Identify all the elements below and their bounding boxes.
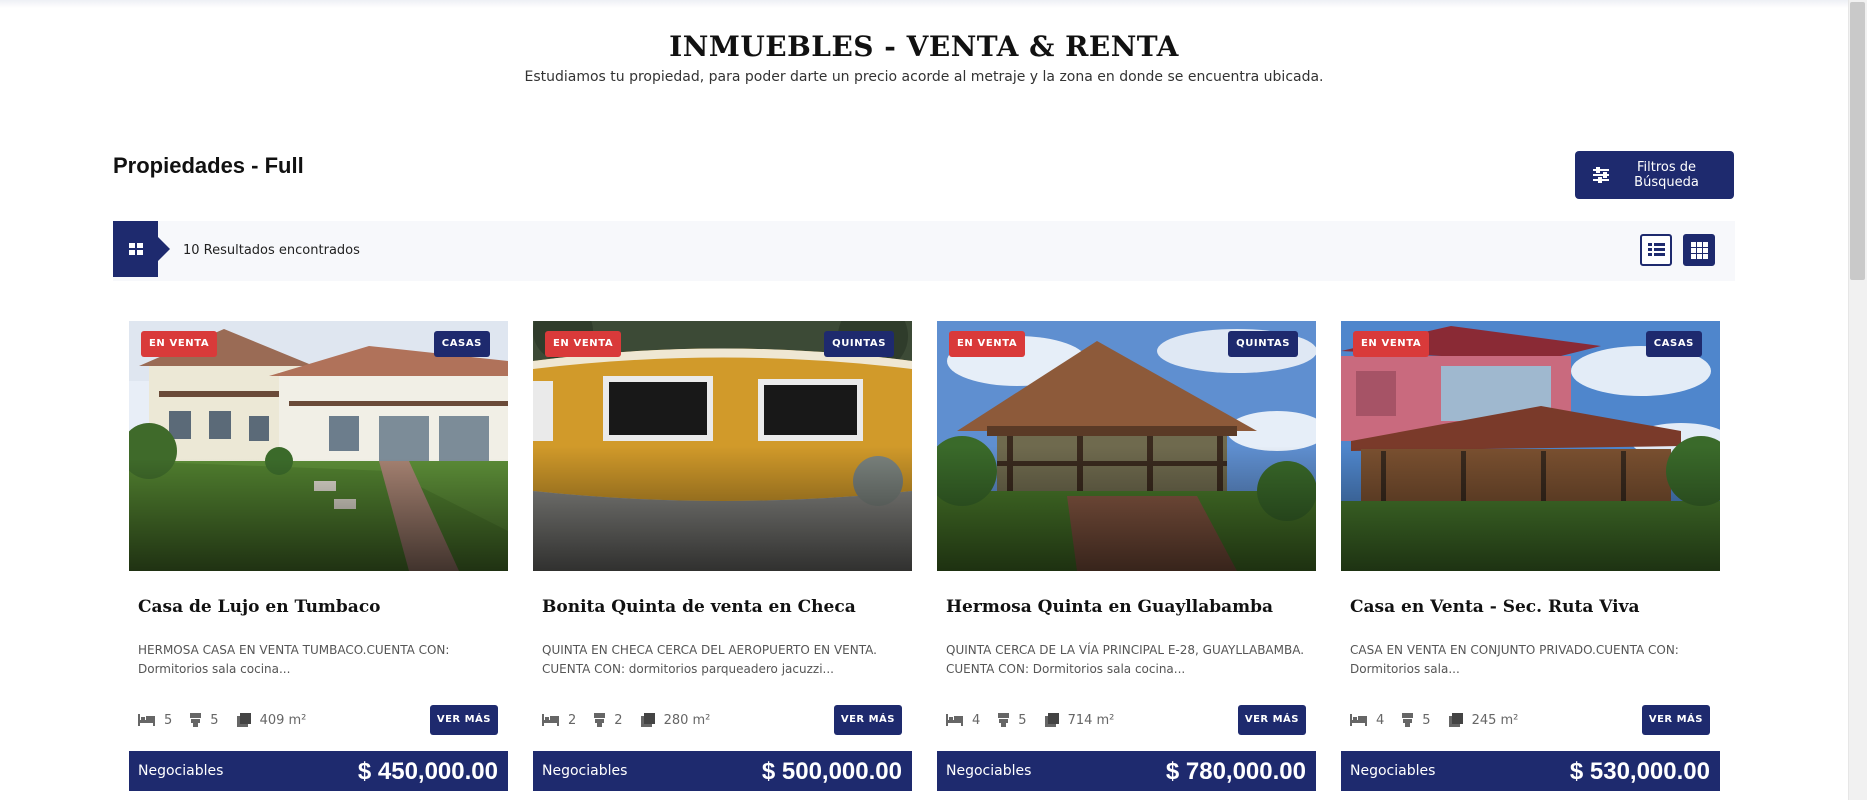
property-photo[interactable]: EN VENTA QUINTAS xyxy=(533,321,912,571)
grid-view-icon xyxy=(1691,242,1708,259)
toilet-icon xyxy=(998,713,1010,727)
bedrooms-stat: 4 xyxy=(946,713,980,728)
property-stats: 5 5 409 m² xyxy=(138,710,324,730)
ver-mas-button[interactable]: VER MÁS xyxy=(1641,705,1710,735)
price-label: Negociables xyxy=(946,763,1032,779)
property-type-badge: CASAS xyxy=(1645,331,1702,357)
area-icon xyxy=(1448,713,1463,727)
property-card[interactable]: EN VENTA CASAS Casa de Lujo en Tumbaco H… xyxy=(129,321,508,791)
results-grid-badge xyxy=(113,221,170,277)
property-description: QUINTA CERCA DE LA VÍA PRINCIPAL E-28, G… xyxy=(946,643,1305,676)
property-title[interactable]: Bonita Quinta de venta en Checa xyxy=(542,597,856,617)
section-title: Propiedades - Full xyxy=(113,153,304,178)
ver-mas-button[interactable]: VER MÁS xyxy=(1237,705,1306,735)
property-type-badge: QUINTAS xyxy=(1228,331,1298,357)
bed-icon xyxy=(946,714,963,726)
bedrooms-stat: 5 xyxy=(138,713,172,728)
area-stat: 280 m² xyxy=(640,713,710,728)
bathrooms-stat: 5 xyxy=(190,713,219,728)
price-bar: Negociables $ 530,000.00 xyxy=(1341,751,1720,791)
sale-status-badge: EN VENTA xyxy=(1353,331,1430,357)
property-stats: 4 5 714 m² xyxy=(946,710,1132,730)
toilet-icon xyxy=(190,713,202,727)
price-label: Negociables xyxy=(542,763,628,779)
page-scrollbar[interactable] xyxy=(1848,0,1867,800)
price-value: $ 500,000.00 xyxy=(761,758,902,785)
page-title: INMUEBLES - VENTA & RENTA xyxy=(669,30,1179,63)
results-count: 10 Resultados encontrados xyxy=(183,243,360,258)
property-description: HERMOSA CASA EN VENTA TUMBACO.CUENTA CON… xyxy=(138,643,450,676)
results-bar: 10 Resultados encontrados xyxy=(113,221,1735,281)
area-icon xyxy=(236,713,251,727)
property-type-badge: CASAS xyxy=(433,331,490,357)
scrollbar-thumb[interactable] xyxy=(1850,2,1865,280)
bed-icon xyxy=(138,714,155,726)
bathrooms-stat: 5 xyxy=(998,713,1027,728)
grid-view-button[interactable] xyxy=(1683,234,1715,266)
area-icon xyxy=(640,713,655,727)
property-type-badge: QUINTAS xyxy=(824,331,894,357)
top-header-shadow xyxy=(0,0,1848,8)
sale-status-badge: EN VENTA xyxy=(545,331,622,357)
sale-status-badge: EN VENTA xyxy=(949,331,1026,357)
page-subtitle: Estudiamos tu propiedad, para poder dart… xyxy=(524,69,1324,85)
toilet-icon xyxy=(594,713,606,727)
sliders-icon xyxy=(1593,167,1609,183)
property-card[interactable]: EN VENTA CASAS Casa en Venta - Sec. Ruta… xyxy=(1341,321,1720,791)
bedrooms-stat: 4 xyxy=(1350,713,1384,728)
hero-section: INMUEBLES - VENTA & RENTA Estudiamos tu … xyxy=(0,30,1848,85)
bed-icon xyxy=(542,714,559,726)
area-stat: 714 m² xyxy=(1044,713,1114,728)
property-card[interactable]: EN VENTA QUINTAS Hermosa Quinta en Guayl… xyxy=(937,321,1316,791)
list-view-button[interactable] xyxy=(1640,234,1672,266)
price-bar: Negociables $ 500,000.00 xyxy=(533,751,912,791)
toilet-icon xyxy=(1402,713,1414,727)
search-filters-label: Filtros de Búsqueda xyxy=(1634,160,1699,190)
list-view-icon xyxy=(1648,243,1665,257)
property-photo[interactable]: EN VENTA CASAS xyxy=(1341,321,1720,571)
property-stats: 4 5 245 m² xyxy=(1350,710,1536,730)
sale-status-badge: EN VENTA xyxy=(141,331,218,357)
property-title[interactable]: Hermosa Quinta en Guayllabamba xyxy=(946,597,1273,617)
price-value: $ 780,000.00 xyxy=(1165,758,1306,785)
price-label: Negociables xyxy=(138,763,224,779)
property-stats: 2 2 280 m² xyxy=(542,710,728,730)
grid-icon xyxy=(129,243,143,255)
property-description: CASA EN VENTA EN CONJUNTO PRIVADO.CUENTA… xyxy=(1350,643,1679,676)
price-value: $ 530,000.00 xyxy=(1569,758,1710,785)
area-icon xyxy=(1044,713,1059,727)
bedrooms-stat: 2 xyxy=(542,713,576,728)
property-title[interactable]: Casa de Lujo en Tumbaco xyxy=(138,597,381,617)
property-card[interactable]: EN VENTA QUINTAS Bonita Quinta de venta … xyxy=(533,321,912,791)
price-bar: Negociables $ 450,000.00 xyxy=(129,751,508,791)
bathrooms-stat: 5 xyxy=(1402,713,1431,728)
property-photo[interactable]: EN VENTA CASAS xyxy=(129,321,508,571)
ver-mas-button[interactable]: VER MÁS xyxy=(833,705,902,735)
ver-mas-button[interactable]: VER MÁS xyxy=(429,705,498,735)
bathrooms-stat: 2 xyxy=(594,713,623,728)
price-value: $ 450,000.00 xyxy=(357,758,498,785)
price-bar: Negociables $ 780,000.00 xyxy=(937,751,1316,791)
search-filters-button[interactable]: Filtros de Búsqueda xyxy=(1575,151,1734,199)
price-label: Negociables xyxy=(1350,763,1436,779)
area-stat: 245 m² xyxy=(1448,713,1518,728)
area-stat: 409 m² xyxy=(236,713,306,728)
property-description: QUINTA EN CHECA CERCA DEL AEROPUERTO EN … xyxy=(542,643,877,676)
property-title[interactable]: Casa en Venta - Sec. Ruta Viva xyxy=(1350,597,1640,617)
property-photo[interactable]: EN VENTA QUINTAS xyxy=(937,321,1316,571)
bed-icon xyxy=(1350,714,1367,726)
